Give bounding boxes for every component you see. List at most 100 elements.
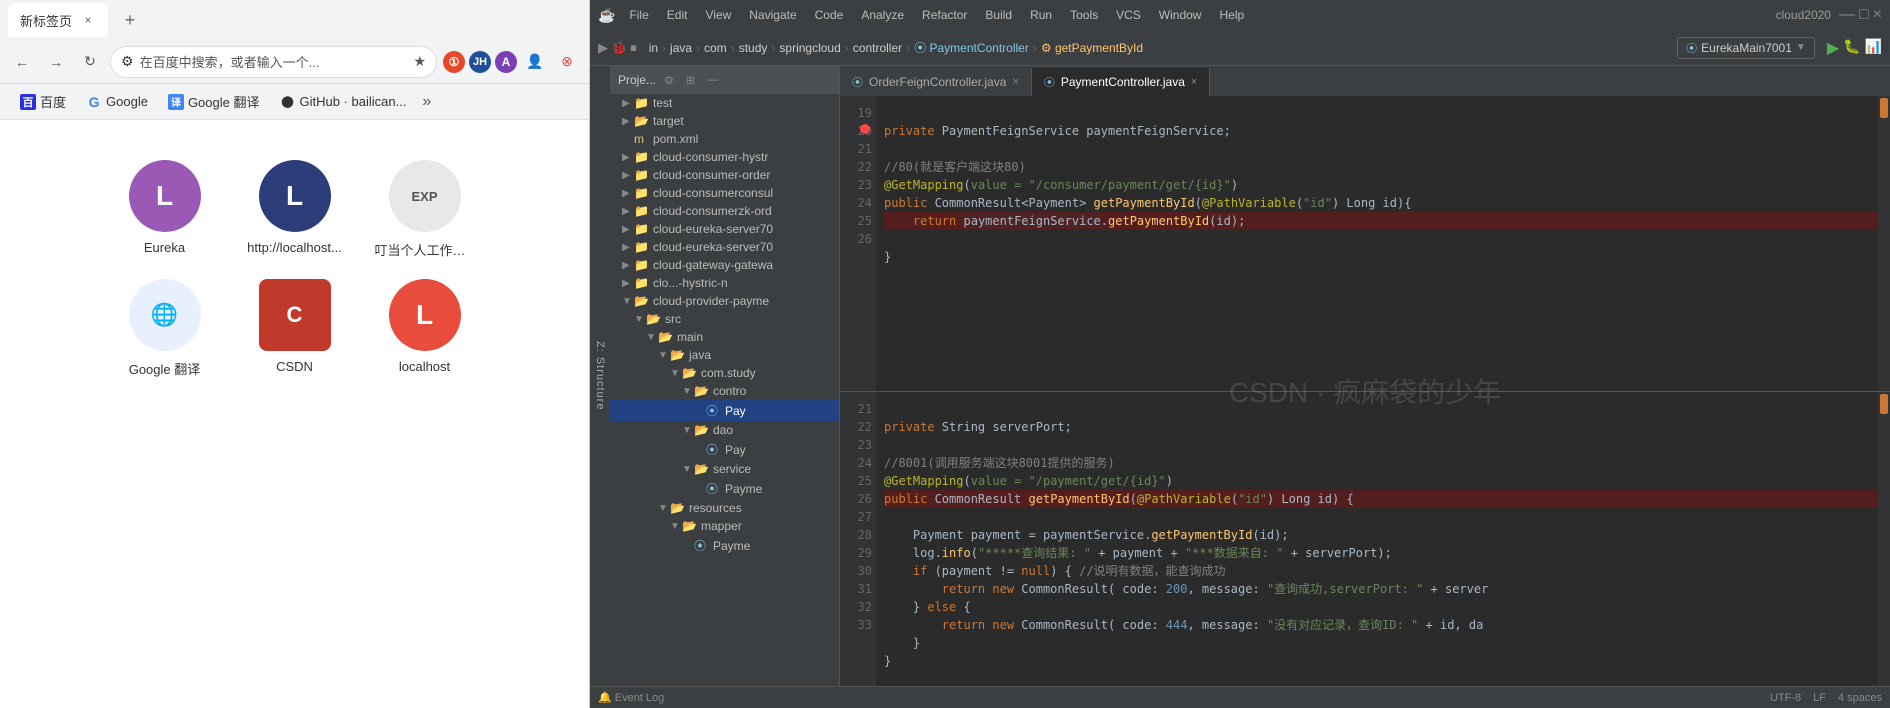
toolbar-run-btn[interactable]: ▶ [598, 40, 608, 56]
tab-close[interactable]: × [1012, 76, 1018, 88]
ide-maximize[interactable]: □ [1859, 6, 1869, 24]
tree-dao-file[interactable]: ▶ ⦿ Pay [610, 439, 839, 460]
menu-code[interactable]: Code [807, 4, 852, 26]
tree-resources[interactable]: ▼ 📂 resources [610, 499, 839, 517]
tab-close-btn[interactable]: × [80, 12, 96, 28]
shortcut-label-eureka: Eureka [144, 240, 185, 255]
address-bar[interactable]: ⚙ 在百度中搜索，或者输入一个... ★ [110, 46, 437, 78]
menu-file[interactable]: File [621, 4, 656, 26]
statusbar-linesep[interactable]: LF [1813, 692, 1826, 704]
tree-arrow: ▼ [658, 503, 670, 514]
menu-build[interactable]: Build [977, 4, 1020, 26]
shortcut-localhost[interactable]: L http://localhost... [240, 160, 350, 259]
tree-pom[interactable]: ▶ m pom.xml [610, 130, 839, 148]
tree-service-file[interactable]: ▶ ⦿ Payme [610, 478, 839, 499]
shortcut-workspace[interactable]: EXP 叮当个人工作台... [370, 160, 480, 259]
java-icon: ⦿ [706, 480, 722, 497]
debug-btn[interactable]: 🐛 [1843, 38, 1860, 58]
tree-service[interactable]: ▼ 📂 service [610, 460, 839, 478]
tree-label: resources [689, 501, 742, 515]
tab-payment-controller[interactable]: ⦿ PaymentController.java × [1032, 68, 1211, 96]
tree-target[interactable]: ▶ 📂 target [610, 112, 839, 130]
toolbar-stop-btn[interactable]: ⏹ [630, 40, 637, 56]
extension-icon-1[interactable]: ① [443, 51, 465, 73]
tree-label: clo...-hystric-n [653, 276, 728, 290]
structure-sidebar[interactable]: Z: Structure [590, 66, 610, 686]
toolbar-debug-btn[interactable]: 🐞 [611, 40, 627, 56]
shortcut-localhost2[interactable]: L localhost [370, 279, 480, 378]
translate-favicon: 译 [168, 94, 184, 110]
menu-view[interactable]: View [697, 4, 739, 26]
tree-consumer-order[interactable]: ▶ 📁 cloud-consumer-order [610, 166, 839, 184]
folder-icon: 📂 [658, 330, 674, 344]
shortcut-gtranslate[interactable]: 🌐 Google 翻译 [110, 279, 220, 378]
tree-mapper[interactable]: ▼ 📂 mapper [610, 517, 839, 535]
menu-vcs[interactable]: VCS [1108, 4, 1149, 26]
code-content-top[interactable]: private PaymentFeignService paymentFeign… [876, 96, 1890, 391]
shortcut-eureka[interactable]: L Eureka [110, 160, 220, 259]
tree-eureka70b[interactable]: ▶ 📁 cloud-eureka-server70 [610, 238, 839, 256]
panel-gear-btn[interactable]: ⚙ [660, 72, 678, 89]
tree-src[interactable]: ▼ 📂 src [610, 310, 839, 328]
code-editor-bottom[interactable]: 21 22 23 24 25 26 27 28 29 30 31 32 33 [840, 392, 1890, 687]
menu-edit[interactable]: Edit [659, 4, 696, 26]
code-editor-top[interactable]: 19 20 21 22 23 24 25 26 private PaymentF… [840, 96, 1890, 392]
ide-close[interactable]: × [1873, 6, 1882, 24]
tree-hystric[interactable]: ▶ 📁 clo...-hystric-n [610, 274, 839, 292]
tab-close[interactable]: × [1191, 76, 1197, 88]
panel-minimize-btn[interactable]: — [703, 72, 722, 88]
forward-btn[interactable]: → [42, 48, 70, 76]
tree-eureka70a[interactable]: ▶ 📁 cloud-eureka-server70 [610, 220, 839, 238]
back-btn[interactable]: ← [8, 48, 36, 76]
tree-consumerconsul[interactable]: ▶ 📁 cloud-consumerconsul [610, 184, 839, 202]
bc-method[interactable]: ⚙ getPaymentById [1041, 41, 1143, 55]
panel-layout-btn[interactable]: ⊞ [682, 72, 699, 89]
menu-analyze[interactable]: Analyze [853, 4, 912, 26]
tree-label: test [653, 96, 672, 110]
tree-com-study[interactable]: ▼ 📂 com.study [610, 364, 839, 382]
tree-payment-controller[interactable]: ▶ ⦿ Pay [610, 400, 839, 421]
menu-navigate[interactable]: Navigate [741, 4, 804, 26]
bc-in: in [649, 41, 658, 55]
browser-tab[interactable]: 新标签页 × [8, 3, 108, 37]
run-config-selector[interactable]: ⦿ EurekaMain7001 ▼ [1677, 37, 1815, 59]
ide-minimize[interactable]: — [1839, 6, 1855, 24]
tree-test[interactable]: ▶ 📁 test [610, 94, 839, 112]
menu-refactor[interactable]: Refactor [914, 4, 975, 26]
bookmark-google[interactable]: G Google [78, 90, 156, 114]
coverage-btn[interactable]: 📊 [1865, 38, 1882, 58]
code-content-bottom[interactable]: private String serverPort; //8001(调用服务端这… [876, 392, 1890, 687]
tree-controller[interactable]: ▼ 📂 contro [610, 382, 839, 400]
bookmark-translate[interactable]: 译 Google 翻译 [160, 88, 268, 115]
new-tab-btn[interactable]: + [116, 6, 144, 34]
bc-class[interactable]: ⦿ PaymentController [914, 39, 1029, 56]
statusbar-encoding[interactable]: UTF-8 [1770, 692, 1801, 704]
menu-run[interactable]: Run [1022, 4, 1060, 26]
more-bookmarks-btn[interactable]: » [418, 91, 435, 113]
tree-main[interactable]: ▼ 📂 main [610, 328, 839, 346]
tree-java[interactable]: ▼ 📂 java [610, 346, 839, 364]
extension-icon-3[interactable]: A [495, 51, 517, 73]
bookmark-baidu[interactable]: 百 百度 [12, 88, 74, 115]
menu-help[interactable]: Help [1211, 4, 1252, 26]
tree-gateway[interactable]: ▶ 📁 cloud-gateway-gatewa [610, 256, 839, 274]
tree-dao[interactable]: ▼ 📂 dao [610, 421, 839, 439]
tree-provider[interactable]: ▼ 📂 cloud-provider-payme [610, 292, 839, 310]
refresh-btn[interactable]: ↻ [76, 48, 104, 76]
tree-consumer-hystr[interactable]: ▶ 📁 cloud-consumer-hystr [610, 148, 839, 166]
statusbar-indent[interactable]: 4 spaces [1838, 692, 1882, 704]
profile-btn[interactable]: 👤 [521, 48, 549, 76]
bookmark-github[interactable]: ⬤ GitHub · bailican... [271, 90, 414, 114]
tree-arrow: ▼ [670, 368, 682, 379]
menu-btn[interactable]: ⊗ [553, 48, 581, 76]
run-btn[interactable]: ▶ [1827, 38, 1839, 58]
tab-order-feign[interactable]: ⦿ OrderFeignController.java × [840, 68, 1032, 96]
tree-consumerzk[interactable]: ▶ 📁 cloud-consumerzk-ord [610, 202, 839, 220]
tree-mapper-file[interactable]: ▶ ⦿ Payme [610, 535, 839, 556]
tab-label: OrderFeignController.java [869, 75, 1006, 89]
menu-window[interactable]: Window [1151, 4, 1210, 26]
shortcut-label-gtranslate: Google 翻译 [129, 359, 201, 378]
shortcut-csdn[interactable]: C CSDN [240, 279, 350, 378]
extension-icon-2[interactable]: JH [469, 51, 491, 73]
menu-tools[interactable]: Tools [1062, 4, 1106, 26]
